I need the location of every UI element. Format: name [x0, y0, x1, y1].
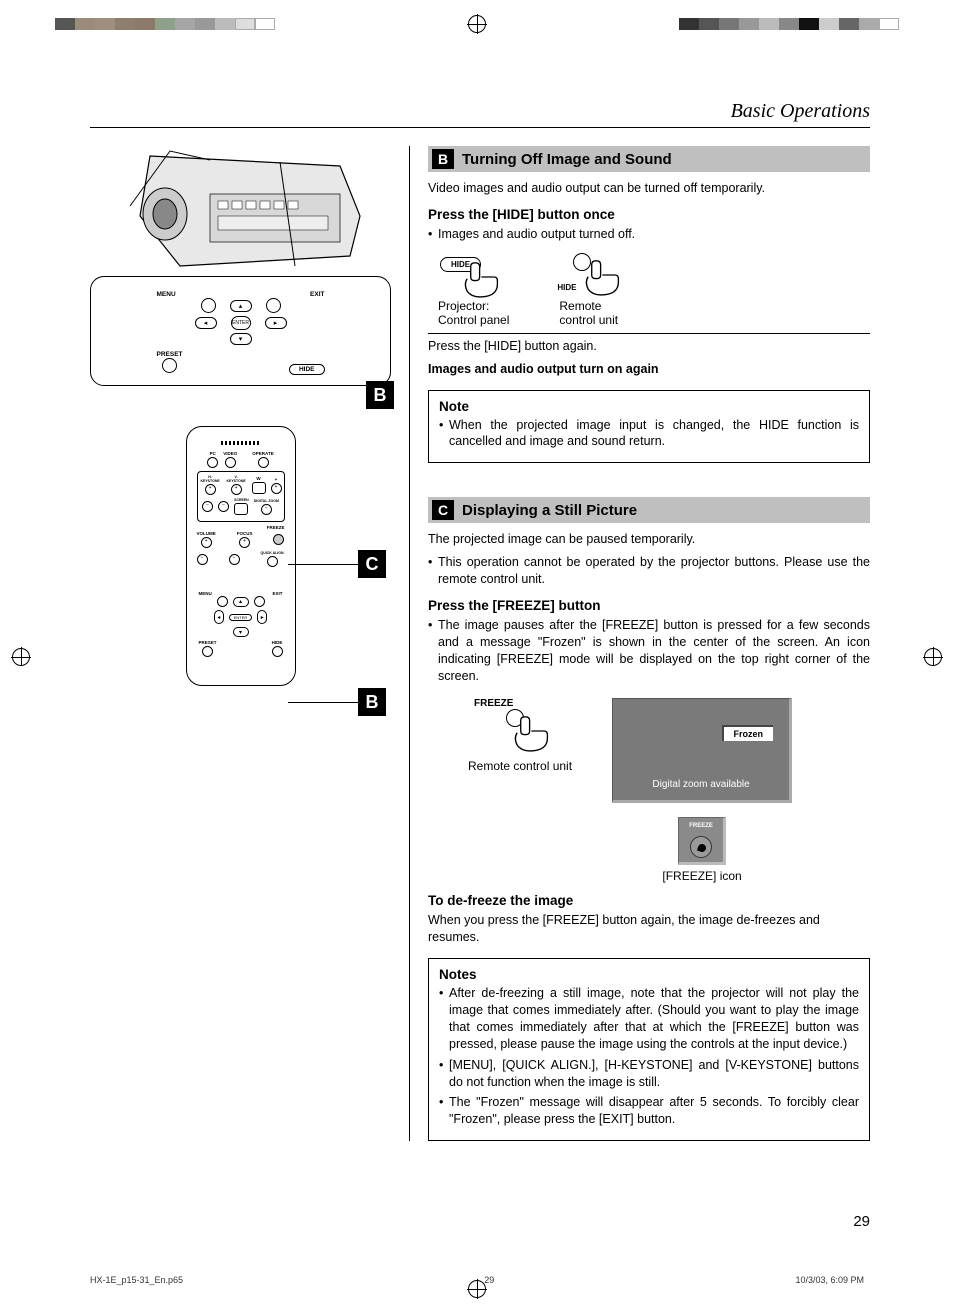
section-c-title: Displaying a Still Picture: [462, 502, 637, 519]
hide-label-small: HIDE: [557, 283, 576, 292]
press-freeze-bullet: The image pauses after the [FREEZE] butt…: [438, 617, 870, 685]
right-column: B Turning Off Image and Sound Video imag…: [410, 146, 870, 1141]
projector-hide-figure: HIDE Projector: Control panel: [438, 253, 509, 327]
footer-meta: HX-1E_p15-31_En.p65 29 10/3/03, 6:09 PM: [90, 1275, 864, 1285]
section-marker-b: B: [432, 149, 454, 169]
note-bullet: When the projected image input is change…: [449, 417, 859, 451]
notes-title: Notes: [439, 967, 859, 982]
section-c-intro: The projected image can be paused tempor…: [428, 531, 870, 548]
section-c-intro-bullet: This operation cannot be operated by the…: [438, 554, 870, 588]
footer-file: HX-1E_p15-31_En.p65: [90, 1275, 183, 1285]
note-box-b: Note •When the projected image input is …: [428, 390, 870, 464]
defreeze-text: When you press the [FREEZE] button again…: [428, 912, 870, 946]
press-freeze-heading: Press the [FREEZE] button: [428, 598, 870, 613]
color-bar-left: [55, 18, 275, 30]
freeze-button-icon: [273, 534, 284, 545]
press-again-text: Press the [HIDE] button again.: [428, 338, 870, 355]
freeze-icon-illustration: FREEZE: [678, 817, 726, 865]
preset-button-icon: [162, 358, 177, 373]
footer-date: 10/3/03, 6:09 PM: [795, 1275, 864, 1285]
up-button-icon: ▴: [230, 300, 252, 312]
callout-marker-c: C: [358, 550, 386, 578]
press-hide-heading: Press the [HIDE] button once: [428, 207, 870, 222]
callout-line: [288, 564, 358, 565]
hand-press-icon: [458, 261, 503, 301]
projector-illustration: [110, 146, 370, 281]
preset-label: PRESET: [157, 351, 183, 358]
footer-page: 29: [484, 1275, 494, 1285]
hand-press-icon: [579, 259, 624, 299]
turn-on-text: Images and audio output turn on again: [428, 361, 870, 378]
section-b-header: B Turning Off Image and Sound: [428, 146, 870, 172]
notes-bullet-1: After de-freezing a still image, note th…: [449, 985, 859, 1053]
notes-bullet-3: The "Frozen" message will disappear afte…: [449, 1094, 859, 1128]
registration-mark-icon: [12, 648, 30, 666]
section-c-header: C Displaying a Still Picture: [428, 497, 870, 523]
note-title: Note: [439, 399, 859, 414]
exit-button-icon: [266, 298, 281, 313]
hand-press-icon: [508, 715, 553, 755]
callout-marker-b: B: [358, 688, 386, 716]
registration-mark-icon: [468, 15, 486, 33]
callout-line: [288, 702, 358, 703]
remote-control-diagram: PC VIDEO OPERATE H-KEYSTONE+ V-KEYSTONE+…: [186, 426, 296, 686]
hide-button-icon: HIDE: [289, 364, 325, 375]
registration-mark-icon: [924, 648, 942, 666]
frozen-subtext: Digital zoom available: [613, 779, 789, 790]
section-b-intro: Video images and audio output can be tur…: [428, 180, 870, 197]
menu-button-icon: [201, 298, 216, 313]
color-bar-right: [679, 18, 899, 30]
remote-freeze-figure: FREEZE Remote control unit: [468, 698, 572, 773]
frozen-badge: Frozen: [722, 725, 774, 741]
remote-hide-figure: HIDE Remote control unit: [559, 253, 629, 327]
exit-label: EXIT: [310, 291, 324, 298]
down-button-icon: ▾: [230, 333, 252, 345]
remote-caption: Remote control unit: [468, 759, 572, 773]
press-hide-bullet: Images and audio output turned off.: [438, 226, 635, 243]
page-title: Basic Operations: [90, 100, 870, 128]
control-panel-diagram: MENU EXIT ▴ ◂ ENTER ▸ ▾: [90, 276, 391, 386]
section-b-title: Turning Off Image and Sound: [462, 151, 672, 168]
freeze-label: FREEZE: [267, 525, 285, 530]
left-column: MENU EXIT ▴ ◂ ENTER ▸ ▾: [90, 146, 410, 1141]
notes-bullet-2: [MENU], [QUICK ALIGN.], [H-KEYSTONE] and…: [449, 1057, 859, 1091]
frozen-screen-illustration: Frozen Digital zoom available: [612, 698, 792, 803]
page-number: 29: [853, 1213, 870, 1230]
notes-box-c: Notes •After de-freezing a still image, …: [428, 958, 870, 1141]
enter-button-icon: ENTER: [231, 316, 251, 330]
freeze-label-text: FREEZE: [474, 698, 572, 709]
freeze-icon-caption: [FREEZE] icon: [612, 869, 792, 883]
left-button-icon: ◂: [195, 317, 217, 329]
menu-label: MENU: [157, 291, 176, 298]
defreeze-heading: To de-freeze the image: [428, 893, 870, 908]
section-marker-c: C: [432, 500, 454, 520]
right-button-icon: ▸: [265, 317, 287, 329]
remote-hide-button-icon: [272, 646, 283, 657]
callout-marker-b: B: [366, 381, 394, 409]
